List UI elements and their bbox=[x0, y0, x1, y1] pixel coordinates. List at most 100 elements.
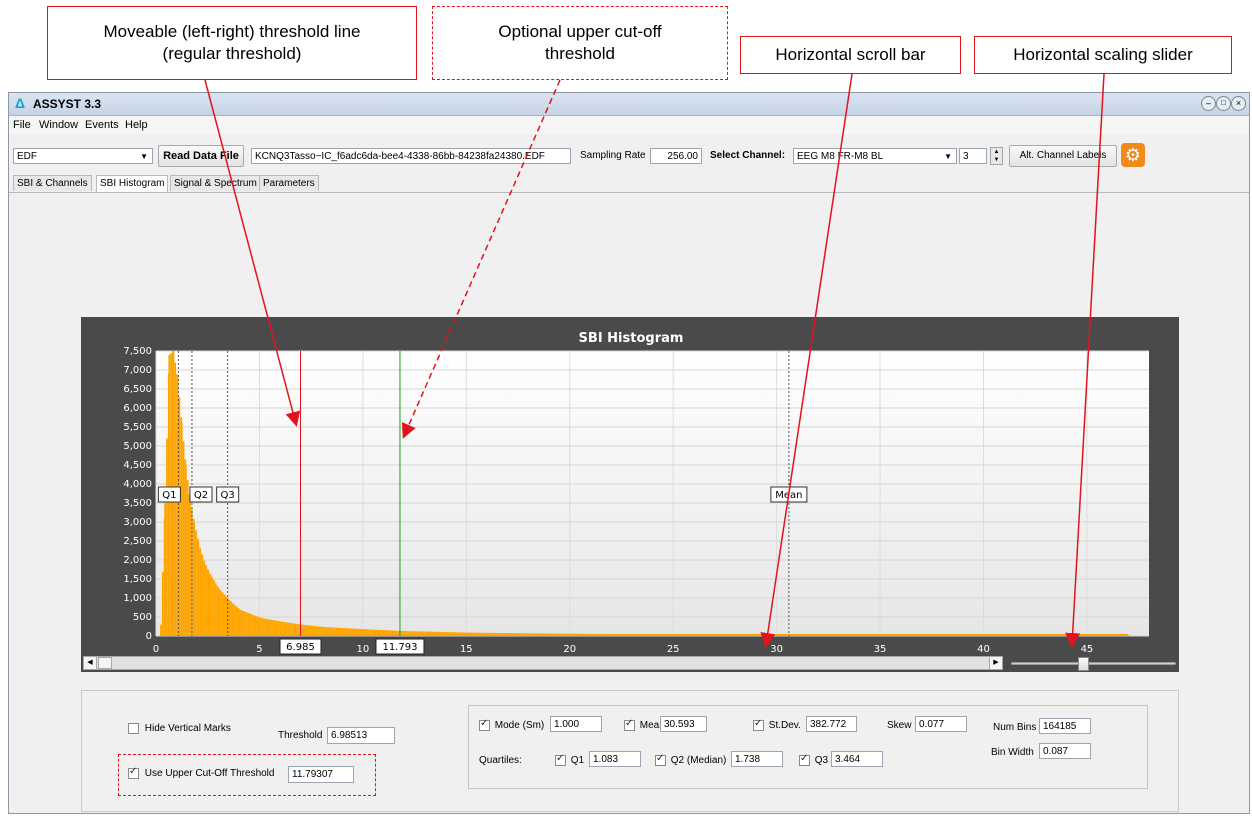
tab-sbi-channels[interactable]: SBI & Channels bbox=[13, 175, 92, 191]
checkbox-checked-icon bbox=[753, 718, 764, 731]
histogram-bar bbox=[164, 503, 167, 636]
tab-parameters[interactable]: Parameters bbox=[259, 175, 319, 191]
x-tick-label: 40 bbox=[977, 644, 990, 655]
vertical-mark-label: Q3 bbox=[221, 490, 235, 501]
alt-channel-labels-button[interactable]: Alt. Channel Labels bbox=[1009, 145, 1117, 167]
mode-field[interactable]: 1.000 bbox=[550, 716, 602, 732]
histogram-bar bbox=[244, 611, 246, 636]
y-tick-label: 2,000 bbox=[123, 555, 152, 566]
q1-field[interactable]: 1.083 bbox=[589, 751, 641, 767]
histogram-bar bbox=[209, 574, 212, 636]
histogram-bar bbox=[232, 603, 234, 636]
histogram-bar bbox=[254, 615, 257, 636]
histogram-bar bbox=[186, 479, 189, 636]
bin-width-field[interactable]: 0.087 bbox=[1039, 743, 1091, 759]
histogram-bar bbox=[182, 441, 185, 636]
horizontal-scaling-slider[interactable] bbox=[1011, 657, 1176, 671]
q2-checkbox[interactable]: Q2 (Median) bbox=[655, 753, 726, 766]
histogram-bar bbox=[261, 618, 264, 636]
histogram-panel: SBI Histogram Q1 Q2 Q3 Mean 6.985 11.793 0 500… bbox=[81, 317, 1179, 672]
callout-upper-cutoff: Optional upper cut-off threshold bbox=[432, 6, 728, 80]
settings-gear-icon[interactable]: ⚙ bbox=[1121, 143, 1145, 167]
y-tick-label: 6,000 bbox=[123, 403, 152, 414]
minimize-icon[interactable]: – bbox=[1201, 96, 1216, 111]
histogram-bar bbox=[214, 583, 217, 636]
histogram-bar bbox=[213, 580, 215, 636]
slider-handle[interactable] bbox=[1078, 657, 1089, 671]
channel-index-field[interactable]: 3 bbox=[959, 148, 987, 164]
x-tick-label: 5 bbox=[256, 644, 262, 655]
mean-checkbox[interactable]: Mean bbox=[624, 718, 665, 731]
stdev-field[interactable]: 382.772 bbox=[806, 716, 857, 732]
histogram-bar bbox=[281, 621, 284, 636]
upper-cutoff-highlight bbox=[118, 754, 376, 796]
select-channel-label: Select Channel: bbox=[710, 150, 786, 161]
vertical-mark-label: Q1 bbox=[162, 490, 176, 501]
maximize-icon[interactable]: □ bbox=[1216, 96, 1231, 111]
x-tick-label: 15 bbox=[460, 644, 473, 655]
quartiles-label: Quartiles: bbox=[479, 755, 522, 766]
histogram-bar bbox=[205, 565, 207, 636]
q3-checkbox[interactable]: Q3 bbox=[799, 753, 829, 767]
histogram-bar bbox=[270, 619, 273, 636]
num-bins-field[interactable]: 164185 bbox=[1039, 718, 1091, 734]
histogram-bar bbox=[218, 588, 220, 636]
histogram-bar bbox=[238, 609, 241, 636]
histogram-bar bbox=[266, 619, 269, 636]
threshold-field[interactable]: 6.98513 bbox=[327, 727, 395, 744]
histogram-bar bbox=[283, 622, 286, 636]
checkbox-checked-icon bbox=[479, 718, 490, 731]
histogram-bar bbox=[203, 560, 206, 636]
read-data-file-button[interactable]: Read Data File bbox=[158, 145, 244, 167]
histogram-bar bbox=[264, 618, 267, 636]
tab-signal-spectrum[interactable]: Signal & Spectrum bbox=[170, 175, 261, 191]
channel-index-spinner[interactable]: ▲ ▼ bbox=[990, 147, 1003, 165]
slider-track bbox=[1011, 662, 1176, 665]
title-bar: Δ ASSYST 3.3 – □ × bbox=[9, 93, 1249, 116]
menu-help[interactable]: Help bbox=[125, 119, 148, 131]
y-tick-label: 7,500 bbox=[123, 346, 152, 357]
y-tick-label: 3,500 bbox=[123, 498, 152, 509]
sampling-rate-field[interactable]: 256.00 bbox=[650, 148, 702, 164]
app-logo-icon: Δ bbox=[15, 95, 26, 111]
scroll-thumb[interactable] bbox=[98, 657, 112, 669]
q3-label: Q3 bbox=[814, 755, 829, 767]
histogram-bar bbox=[273, 620, 276, 636]
menu-file[interactable]: File bbox=[13, 119, 31, 131]
format-select[interactable]: EDF ▼ bbox=[13, 148, 153, 164]
x-tick-label: 30 bbox=[770, 644, 783, 655]
histogram-bar bbox=[189, 499, 191, 636]
x-tick-label: 20 bbox=[563, 644, 576, 655]
histogram-bar bbox=[195, 530, 197, 636]
menu-window[interactable]: Window bbox=[39, 119, 78, 131]
chevron-down-icon: ▼ bbox=[944, 152, 952, 161]
histogram-bar bbox=[166, 438, 168, 636]
histogram-bar bbox=[240, 610, 243, 636]
upper-cutoff-value-label: 11.793 bbox=[382, 642, 417, 653]
mean-field[interactable]: 30.593 bbox=[660, 716, 707, 732]
scroll-right-icon[interactable]: ▶ bbox=[989, 657, 1002, 669]
skew-field[interactable]: 0.077 bbox=[915, 716, 967, 732]
filename-field[interactable]: KCNQ3Tasso~IC_f6adc6da-bee4-4338-86bb-84… bbox=[251, 148, 571, 164]
scroll-left-icon[interactable]: ◀ bbox=[84, 657, 97, 669]
tab-sbi-histogram[interactable]: SBI Histogram bbox=[96, 175, 169, 192]
callout-scaling-slider: Horizontal scaling slider bbox=[974, 36, 1232, 74]
q2-field[interactable]: 1.738 bbox=[731, 751, 783, 767]
vertical-mark-label: Mean bbox=[775, 490, 802, 501]
histogram-bar bbox=[230, 601, 233, 636]
histogram-bar bbox=[245, 612, 248, 636]
histogram-bar bbox=[256, 616, 259, 636]
q3-field[interactable]: 3.464 bbox=[831, 751, 883, 767]
horizontal-scroll-bar[interactable]: ◀ ▶ bbox=[83, 656, 1003, 670]
menu-events[interactable]: Events bbox=[85, 119, 119, 131]
mode-checkbox[interactable]: Mode (Sm) bbox=[479, 718, 544, 731]
q1-checkbox[interactable]: Q1 bbox=[555, 753, 584, 766]
close-icon[interactable]: × bbox=[1231, 96, 1246, 111]
histogram-bar bbox=[225, 596, 228, 636]
hide-vertical-marks-checkbox[interactable]: Hide Vertical Marks bbox=[128, 723, 231, 734]
histogram-bar bbox=[272, 620, 274, 636]
y-tick-label: 7,000 bbox=[123, 365, 152, 376]
stdev-checkbox[interactable]: St.Dev. bbox=[753, 718, 801, 731]
histogram-bar bbox=[275, 620, 278, 636]
channel-select[interactable]: EEG M8 FR-M8 BL ▼ bbox=[793, 148, 957, 164]
